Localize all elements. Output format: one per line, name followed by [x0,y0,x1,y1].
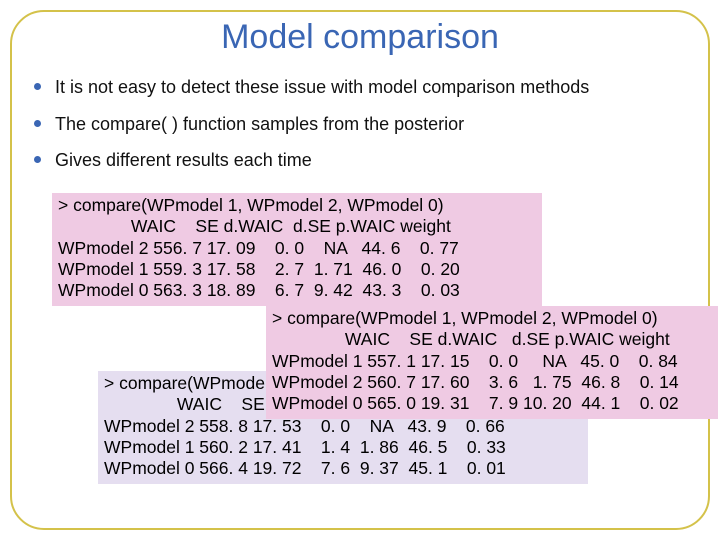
compare-output-c: > compare(WPmodel 1, WPmodel 2, WPmodel … [266,306,718,419]
bullet-text: Gives different results each time [55,149,686,172]
bullet-icon [34,120,41,127]
bullet-text: It is not easy to detect these issue wit… [55,76,686,99]
bullet-icon [34,83,41,90]
compare-output-a: > compare(WPmodel 1, WPmodel 2, WPmodel … [52,193,542,306]
bullet-text: The compare( ) function samples from the… [55,113,686,136]
bullet-icon [34,156,41,163]
list-item: Gives different results each time [34,149,686,172]
slide-title: Model comparison [12,18,708,57]
list-item: The compare( ) function samples from the… [34,113,686,136]
slide-frame: Model comparison It is not easy to detec… [10,10,710,530]
bullet-list: It is not easy to detect these issue wit… [34,76,686,186]
list-item: It is not easy to detect these issue wit… [34,76,686,99]
